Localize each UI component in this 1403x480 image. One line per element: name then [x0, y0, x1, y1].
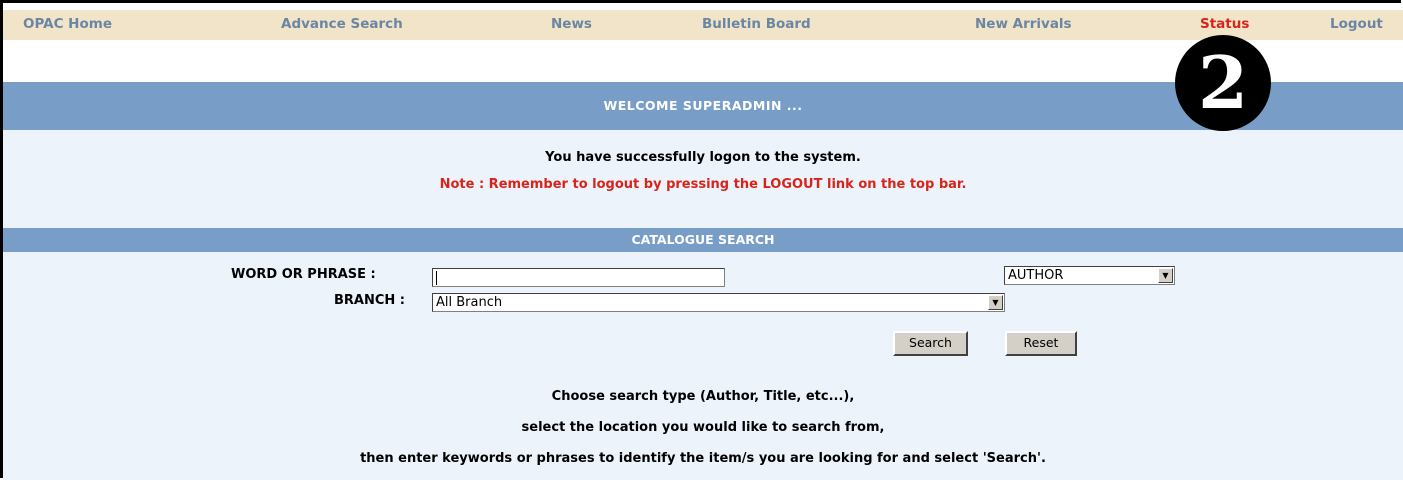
welcome-panel: You have successfully logon to the syste… [3, 130, 1403, 228]
step-number-badge: 2 [1175, 35, 1271, 131]
nav-opac-home-link[interactable]: OPAC Home [23, 16, 112, 32]
help-text-line-2: select the location you would like to se… [521, 420, 885, 435]
top-navigation-bar: OPAC Home Advance Search News Bulletin B… [3, 10, 1403, 40]
reset-button[interactable]: Reset [1005, 331, 1077, 356]
search-panel: WORD OR PHRASE : AUTHOR ▼ BRANCH : All B… [3, 252, 1403, 480]
branch-label: BRANCH : [334, 293, 406, 308]
help-text-line-1: Choose search type (Author, Title, etc..… [551, 389, 855, 404]
nav-logout-link[interactable]: Logout [1330, 16, 1383, 32]
catalogue-search-header: CATALOGUE SEARCH [3, 228, 1403, 252]
text-caret [436, 270, 437, 285]
search-type-value: AUTHOR [1008, 268, 1064, 283]
dropdown-arrow-icon[interactable]: ▼ [988, 295, 1003, 310]
nav-news-link[interactable]: News [551, 16, 592, 32]
nav-bulletin-board-link[interactable]: Bulletin Board [702, 16, 811, 32]
nav-advance-search-link[interactable]: Advance Search [281, 16, 403, 32]
dropdown-arrow-icon[interactable]: ▼ [1158, 268, 1173, 283]
word-or-phrase-label: WORD OR PHRASE : [231, 267, 376, 282]
search-type-select[interactable]: AUTHOR ▼ [1004, 266, 1175, 285]
branch-select[interactable]: All Branch ▼ [432, 293, 1005, 312]
nav-new-arrivals-link[interactable]: New Arrivals [975, 16, 1072, 32]
branch-value: All Branch [436, 295, 503, 310]
search-button[interactable]: Search [893, 331, 968, 356]
logout-note: Note : Remember to logout by pressing th… [439, 177, 967, 192]
login-success-message: You have successfully logon to the syste… [545, 150, 861, 165]
word-or-phrase-input[interactable] [432, 268, 725, 287]
help-text-line-3: then enter keywords or phrases to identi… [360, 451, 1046, 466]
nav-status-link[interactable]: Status [1200, 16, 1249, 32]
